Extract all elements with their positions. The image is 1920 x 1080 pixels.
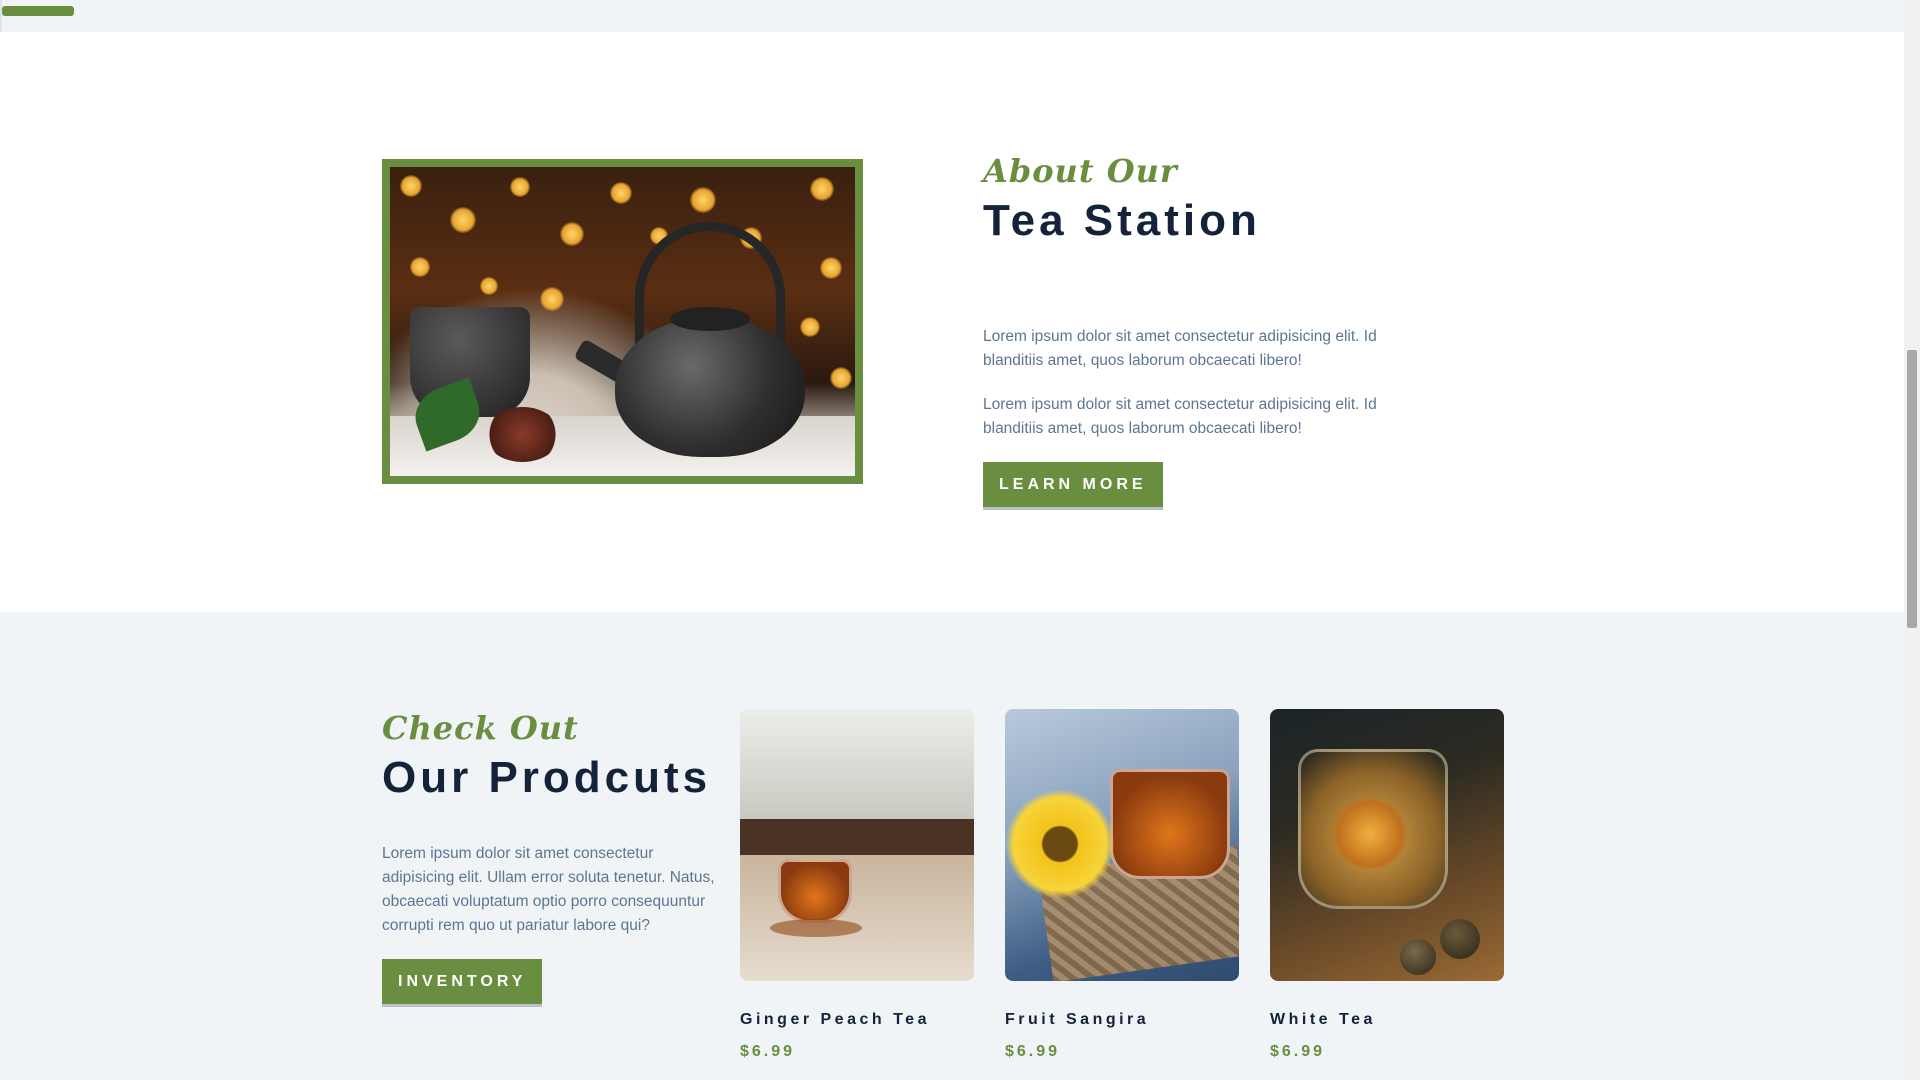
product-card[interactable]: Ginger Peach Tea $6.99 bbox=[740, 709, 974, 1061]
menu-bar bbox=[2, 6, 74, 16]
products-script-title: Check Out bbox=[382, 709, 579, 747]
product-name[interactable]: White Tea bbox=[1270, 1011, 1504, 1029]
products-heading-group: Check Out Our Prodcuts bbox=[382, 709, 727, 803]
products-section: Check Out Our Prodcuts Lorem ipsum dolor… bbox=[0, 612, 1904, 1080]
products-title: Our Prodcuts bbox=[382, 753, 712, 802]
product-name[interactable]: Fruit Sangira bbox=[1005, 1011, 1239, 1029]
scrollbar-thumb[interactable] bbox=[1907, 350, 1917, 628]
product-image-white-tea[interactable] bbox=[1270, 709, 1504, 981]
product-image-fruit-sangira[interactable] bbox=[1005, 709, 1239, 981]
about-paragraph-1: Lorem ipsum dolor sit amet consectetur a… bbox=[983, 328, 1377, 369]
learn-more-button[interactable]: LEARN MORE bbox=[983, 462, 1163, 510]
teapot-image bbox=[390, 167, 855, 476]
about-section: About Our Tea Station Lorem ipsum dolor … bbox=[0, 32, 1904, 612]
vertical-scrollbar[interactable] bbox=[1904, 0, 1920, 1080]
products-paragraph: Lorem ipsum dolor sit amet consectetur a… bbox=[382, 845, 715, 934]
about-image-frame bbox=[382, 159, 863, 484]
about-paragraph-2: Lorem ipsum dolor sit amet consectetur a… bbox=[983, 396, 1377, 437]
product-image-ginger-peach-tea[interactable] bbox=[740, 709, 974, 981]
product-card[interactable]: Fruit Sangira $6.99 bbox=[1005, 709, 1239, 1061]
about-script-title: About Our bbox=[983, 152, 1178, 190]
product-price: $6.99 bbox=[1270, 1043, 1326, 1060]
product-price: $6.99 bbox=[1005, 1043, 1061, 1060]
about-heading-group: About Our Tea Station bbox=[983, 152, 1403, 246]
product-card[interactable]: White Tea $6.99 bbox=[1270, 709, 1504, 1061]
product-price: $6.99 bbox=[740, 1043, 796, 1060]
inventory-button[interactable]: INVENTORY bbox=[382, 959, 543, 1007]
product-name[interactable]: Ginger Peach Tea bbox=[740, 1011, 974, 1029]
top-section-edge bbox=[0, 0, 1904, 32]
about-title: Tea Station bbox=[983, 196, 1261, 245]
